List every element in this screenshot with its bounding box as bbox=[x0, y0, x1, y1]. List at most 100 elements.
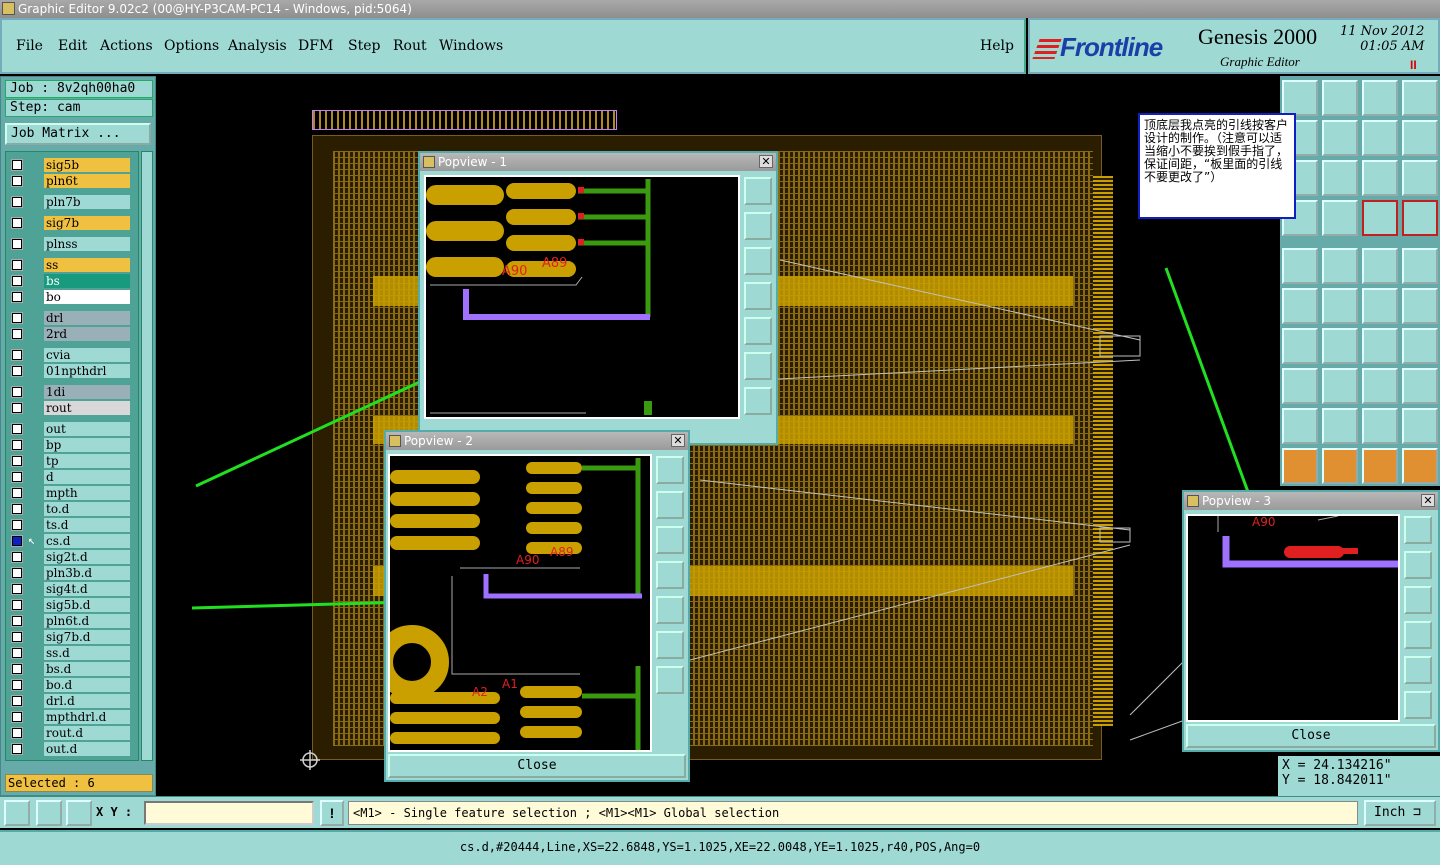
zoom-out-icon[interactable] bbox=[656, 666, 684, 694]
popview-1-view[interactable]: A90 A89 bbox=[424, 175, 740, 419]
popview-1[interactable]: Popview - 1 ✕ A90 A89 bbox=[418, 151, 778, 445]
popview-2[interactable]: Popview - 2 ✕ A90 A89 A2 A1 Close bbox=[384, 430, 690, 782]
rotate-icon[interactable] bbox=[1402, 288, 1438, 324]
pan-right-icon[interactable] bbox=[1404, 656, 1432, 684]
xy-label: X Y : bbox=[96, 805, 133, 819]
text-icon[interactable] bbox=[1402, 328, 1438, 364]
help-icon[interactable] bbox=[1402, 160, 1438, 196]
pad-label: A89 bbox=[542, 256, 567, 271]
zoom-area-icon[interactable] bbox=[4, 800, 30, 826]
measure-icon[interactable] bbox=[36, 800, 62, 826]
open-icon[interactable] bbox=[1282, 80, 1318, 116]
layers-icon[interactable] bbox=[1362, 200, 1398, 236]
angle-icon[interactable] bbox=[1282, 328, 1318, 364]
grid-icon[interactable] bbox=[1322, 200, 1358, 236]
pointer-icon[interactable] bbox=[1362, 448, 1398, 484]
triangle-icon[interactable] bbox=[1282, 408, 1318, 444]
pointer-icon[interactable] bbox=[1322, 448, 1358, 484]
popview-2-view[interactable]: A90 A89 A2 A1 bbox=[388, 454, 652, 752]
window-icon bbox=[423, 156, 435, 168]
arc-icon[interactable] bbox=[1362, 328, 1398, 364]
node-icon[interactable] bbox=[1282, 288, 1318, 324]
popview-3[interactable]: Popview - 3 ✕ A90 Close bbox=[1182, 490, 1440, 752]
zoom-fit-icon[interactable] bbox=[1404, 516, 1432, 544]
window-icon bbox=[389, 435, 401, 447]
xy-input[interactable] bbox=[144, 801, 314, 825]
popview-2-toolbar bbox=[656, 456, 686, 701]
pan-right-icon[interactable] bbox=[656, 596, 684, 624]
line-icon[interactable] bbox=[1322, 328, 1358, 364]
pan-up-icon[interactable] bbox=[656, 491, 684, 519]
popview-1-title[interactable]: Popview - 1 ✕ bbox=[420, 153, 776, 171]
pad-label: A90 bbox=[1252, 516, 1275, 529]
popview-1-close-icon[interactable]: ✕ bbox=[759, 155, 773, 168]
zoom-in-icon[interactable] bbox=[656, 631, 684, 659]
popview-2-title[interactable]: Popview - 2 ✕ bbox=[386, 432, 688, 450]
tool-palette bbox=[1280, 76, 1440, 486]
cursor-coordinates: X = 24.134216" Y = 18.842011" bbox=[1278, 756, 1440, 796]
pan-left-icon[interactable] bbox=[744, 282, 772, 310]
origin-crosshair-icon bbox=[300, 750, 320, 770]
select-icon[interactable] bbox=[1282, 368, 1318, 404]
pad-label: A1 bbox=[502, 677, 518, 691]
pan-down-icon[interactable] bbox=[656, 526, 684, 554]
coord-y: Y = 18.842011" bbox=[1282, 773, 1392, 788]
measure-icon[interactable] bbox=[1362, 368, 1398, 404]
coord-x: X = 24.134216" bbox=[1282, 758, 1392, 773]
warning-button[interactable]: ! bbox=[320, 800, 344, 826]
popview-2-close-button[interactable]: Close bbox=[388, 754, 686, 778]
pointer-icon[interactable] bbox=[1282, 448, 1318, 484]
snap-icon[interactable] bbox=[1402, 120, 1438, 156]
export-icon[interactable] bbox=[1322, 120, 1358, 156]
mouse-hint-message: <M1> - Single feature selection ; <M1><M… bbox=[348, 801, 1358, 825]
pan-icon[interactable] bbox=[1322, 160, 1358, 196]
move-icon[interactable] bbox=[1362, 288, 1398, 324]
popview-3-close-icon[interactable]: ✕ bbox=[1421, 494, 1435, 507]
zoom-fit-icon[interactable] bbox=[744, 177, 772, 205]
command-bar: X Y : ! <M1> - Single feature selection … bbox=[0, 796, 1440, 828]
popview-3-close-button[interactable]: Close bbox=[1186, 724, 1436, 748]
triangle-icon[interactable] bbox=[1362, 408, 1398, 444]
ratio-icon[interactable] bbox=[1362, 160, 1398, 196]
pan-down-icon[interactable] bbox=[744, 247, 772, 275]
pad-icon[interactable] bbox=[1282, 248, 1318, 284]
swap-icon[interactable] bbox=[1362, 120, 1398, 156]
stretch-icon[interactable] bbox=[1322, 368, 1358, 404]
annotation-note: 顶底层我点亮的引线按客户设计的制作。（注意可以适当缩小不要挨到假手指了，保证间距… bbox=[1138, 113, 1296, 219]
grid-icon[interactable] bbox=[66, 800, 92, 826]
cross-icon[interactable] bbox=[1322, 288, 1358, 324]
feature-info: cs.d,#20444,Line,XS=22.6848,YS=1.1025,XE… bbox=[459, 840, 981, 854]
status-bar: cs.d,#20444,Line,XS=22.6848,YS=1.1025,XE… bbox=[0, 830, 1440, 865]
window-icon bbox=[1187, 495, 1199, 507]
pan-left-icon[interactable] bbox=[1404, 621, 1432, 649]
zoom-in-icon[interactable] bbox=[1404, 691, 1432, 719]
pan-up-icon[interactable] bbox=[744, 212, 772, 240]
zoom-out-icon[interactable] bbox=[744, 387, 772, 415]
pad-label: A90 bbox=[516, 553, 539, 567]
polygon-icon[interactable] bbox=[1322, 248, 1358, 284]
popview-3-title[interactable]: Popview - 3 ✕ bbox=[1184, 492, 1438, 510]
popview-1-toolbar bbox=[744, 177, 774, 422]
pad-label: A2 bbox=[472, 685, 488, 699]
pan-up-icon[interactable] bbox=[1404, 551, 1432, 579]
circle-icon[interactable] bbox=[1402, 248, 1438, 284]
zoom-in-icon[interactable] bbox=[744, 352, 772, 380]
route-icon[interactable] bbox=[1402, 448, 1438, 484]
pan-left-icon[interactable] bbox=[656, 561, 684, 589]
window-icon[interactable] bbox=[1402, 80, 1438, 116]
home-icon[interactable] bbox=[1362, 80, 1398, 116]
display-icon[interactable] bbox=[1402, 200, 1438, 236]
zoom-fit-icon[interactable] bbox=[656, 456, 684, 484]
group-icon[interactable] bbox=[1402, 368, 1438, 404]
triangle-icon[interactable] bbox=[1322, 408, 1358, 444]
save-icon[interactable] bbox=[1322, 80, 1358, 116]
popview-3-toolbar bbox=[1404, 516, 1434, 726]
ruler-icon[interactable] bbox=[1362, 248, 1398, 284]
pan-down-icon[interactable] bbox=[1404, 586, 1432, 614]
triangle-icon[interactable] bbox=[1402, 408, 1438, 444]
popview-3-view[interactable]: A90 bbox=[1186, 514, 1400, 722]
pan-right-icon[interactable] bbox=[744, 317, 772, 345]
pad-label: A89 bbox=[550, 545, 573, 559]
units-selector[interactable]: Inch ⊐ bbox=[1364, 800, 1436, 826]
popview-2-close-icon[interactable]: ✕ bbox=[671, 434, 685, 447]
